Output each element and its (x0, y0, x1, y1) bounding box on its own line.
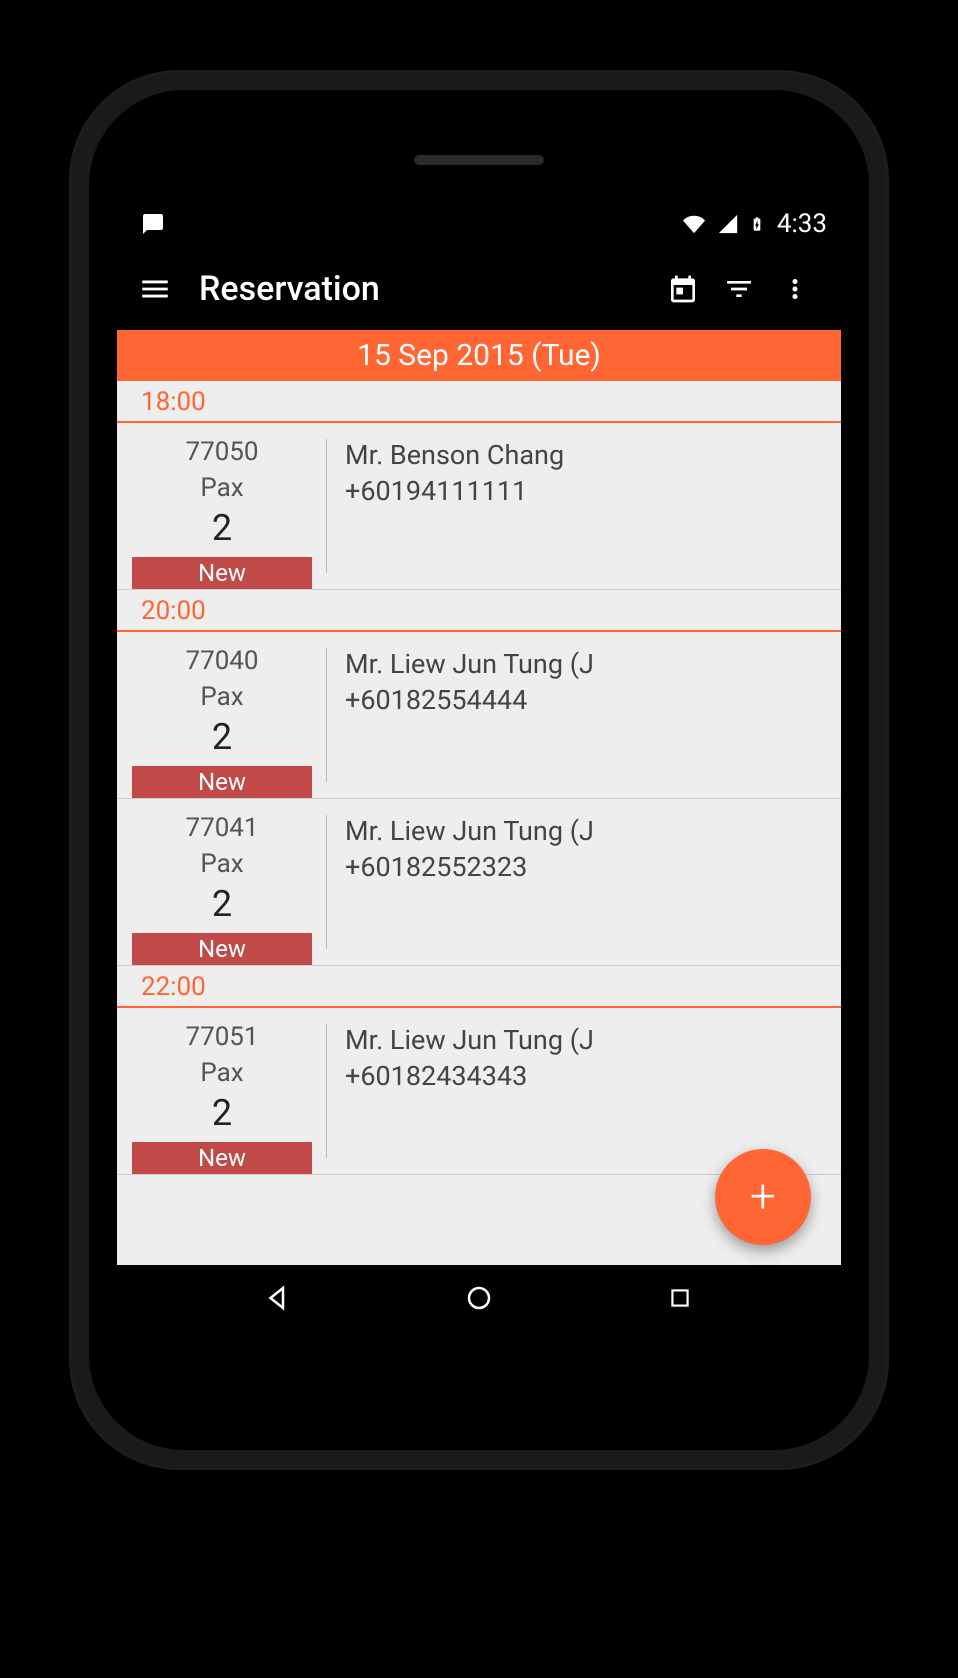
notification-icon (141, 212, 165, 236)
reservation-list[interactable]: 18:00 77050 Pax 2 New Mr. Benson Chang +… (117, 381, 841, 1265)
pax-count: 2 (125, 883, 319, 925)
reservation-meta: 77041 Pax 2 New (117, 799, 327, 965)
pax-count: 2 (125, 716, 319, 758)
reservation-id: 77041 (125, 813, 319, 843)
pax-label: Pax (125, 682, 319, 712)
guest-name: Mr. Liew Jun Tung (J (345, 813, 823, 849)
guest-phone: +60182552323 (345, 849, 823, 885)
plus-icon: + (750, 1170, 776, 1224)
hamburger-menu-button[interactable] (135, 272, 175, 306)
status-bar: 4:33 (117, 200, 841, 248)
overflow-menu-button[interactable] (767, 274, 823, 304)
signal-icon (717, 213, 739, 235)
status-badge: New (132, 933, 312, 965)
reservation-id: 77040 (125, 646, 319, 676)
reservation-id: 77050 (125, 437, 319, 467)
reservation-item[interactable]: 77051 Pax 2 New Mr. Liew Jun Tung (J +60… (117, 1008, 841, 1175)
reservation-guest: Mr. Liew Jun Tung (J +60182554444 (327, 632, 841, 798)
date-banner: 15 Sep 2015 (Tue) (117, 330, 841, 381)
reservation-guest: Mr. Liew Jun Tung (J +60182552323 (327, 799, 841, 965)
nav-recent-button[interactable] (650, 1285, 710, 1311)
phone-frame: 4:33 Reservation 15 Sep 2015 (Tue (69, 70, 889, 1470)
reservation-item[interactable]: 77040 Pax 2 New Mr. Liew Jun Tung (J +60… (117, 632, 841, 799)
status-time: 4:33 (777, 209, 827, 239)
pax-label: Pax (125, 1058, 319, 1088)
reservation-meta: 77040 Pax 2 New (117, 632, 327, 798)
time-header: 20:00 (117, 590, 841, 632)
reservation-item[interactable]: 77041 Pax 2 New Mr. Liew Jun Tung (J +60… (117, 799, 841, 966)
page-title: Reservation (199, 269, 655, 309)
screen: 4:33 Reservation 15 Sep 2015 (Tue (117, 200, 841, 1330)
reservation-meta: 77050 Pax 2 New (117, 423, 327, 589)
pax-label: Pax (125, 849, 319, 879)
reservation-item[interactable]: 77050 Pax 2 New Mr. Benson Chang +601941… (117, 423, 841, 590)
wifi-icon (681, 213, 707, 235)
battery-charging-icon (749, 212, 765, 236)
time-header: 18:00 (117, 381, 841, 423)
android-nav-bar (117, 1265, 841, 1330)
status-badge: New (132, 557, 312, 589)
guest-phone: +60194111111 (345, 473, 823, 509)
pax-count: 2 (125, 507, 319, 549)
guest-phone: +60182434343 (345, 1058, 823, 1094)
guest-name: Mr. Liew Jun Tung (J (345, 1022, 823, 1058)
pax-label: Pax (125, 473, 319, 503)
phone-inner: 4:33 Reservation 15 Sep 2015 (Tue (89, 90, 869, 1450)
nav-back-button[interactable] (248, 1283, 308, 1313)
time-header: 22:00 (117, 966, 841, 1008)
app-bar: Reservation (117, 248, 841, 330)
guest-name: Mr. Benson Chang (345, 437, 823, 473)
calendar-button[interactable] (655, 273, 711, 305)
nav-home-button[interactable] (449, 1283, 509, 1313)
reservation-id: 77051 (125, 1022, 319, 1052)
reservation-meta: 77051 Pax 2 New (117, 1008, 327, 1174)
status-badge: New (132, 766, 312, 798)
guest-phone: +60182554444 (345, 682, 823, 718)
reservation-guest: Mr. Benson Chang +60194111111 (327, 423, 841, 589)
pax-count: 2 (125, 1092, 319, 1134)
status-badge: New (132, 1142, 312, 1174)
phone-speaker (414, 155, 544, 165)
add-reservation-fab[interactable]: + (715, 1149, 811, 1245)
filter-button[interactable] (711, 273, 767, 305)
guest-name: Mr. Liew Jun Tung (J (345, 646, 823, 682)
